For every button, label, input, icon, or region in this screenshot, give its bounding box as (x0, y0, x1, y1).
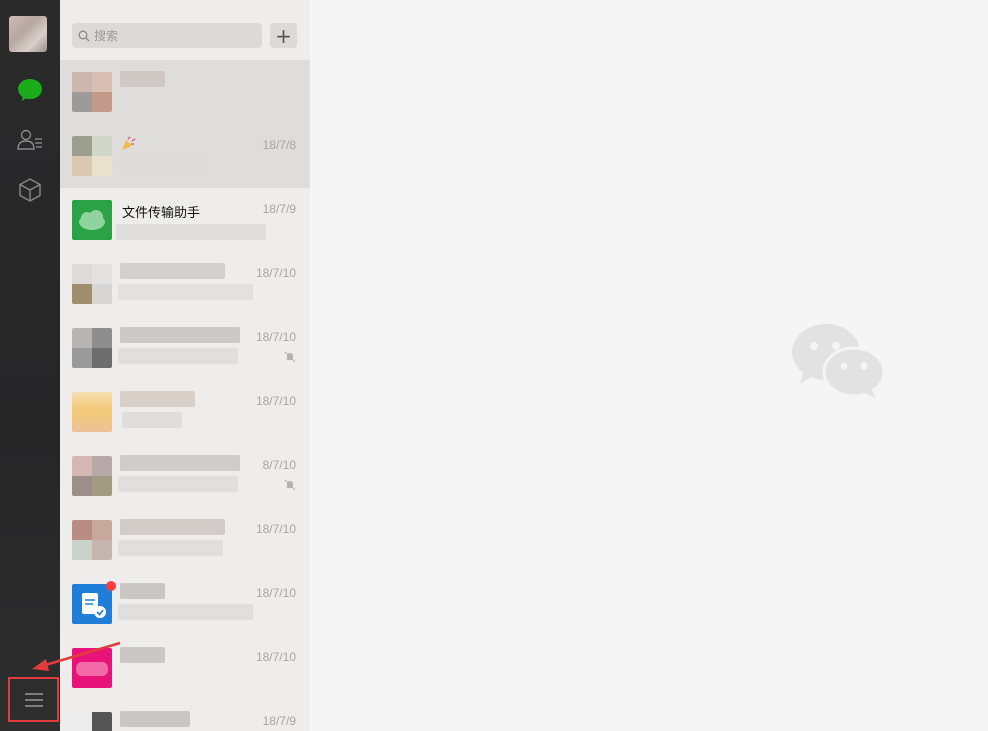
search-icon (78, 30, 90, 41)
user-avatar[interactable] (9, 16, 47, 52)
chat-time: 18/7/10 (255, 266, 296, 280)
blurred-name (120, 519, 225, 535)
chat-time: 18/7/10 (255, 522, 296, 536)
chat-bubble-icon (18, 79, 42, 101)
chat-time: 8/7/10 (262, 458, 296, 472)
wechat-logo-icon (792, 324, 886, 398)
party-popper-icon (122, 136, 136, 150)
chat-avatar (72, 72, 112, 112)
chat-time: 18/7/9 (262, 714, 296, 728)
chat-name: 文件传输助手 (122, 206, 201, 221)
chat-item[interactable]: 18/7/10 (60, 572, 310, 636)
chat-time: 18/7/10 (255, 330, 296, 344)
blurred-name (120, 391, 195, 407)
chat-avatar (72, 520, 112, 560)
chat-item[interactable]: 18/7/10 (60, 316, 310, 380)
chat-item[interactable]: 18/7/9 (60, 700, 310, 731)
blurred-message (118, 476, 238, 492)
chat-avatar (72, 136, 112, 176)
chat-time: 18/7/10 (255, 650, 296, 664)
chat-item[interactable] (60, 60, 310, 124)
blurred-name (120, 455, 240, 471)
annotation-arrow (32, 641, 121, 671)
cube-icon (19, 178, 41, 202)
chat-list-panel: + 18/7/8 文件传输助手 18/7/9 18/7 (60, 0, 310, 731)
blurred-name (120, 711, 190, 727)
chat-item[interactable]: 18/7/10 (60, 252, 310, 316)
chat-avatar (72, 264, 112, 304)
blurred-name (120, 71, 165, 87)
chat-item[interactable]: 18/7/10 (60, 508, 310, 572)
chat-time: 18/7/10 (255, 586, 296, 600)
blurred-name (120, 263, 225, 279)
contacts-nav-button[interactable] (15, 125, 45, 155)
document-check-icon (82, 593, 106, 618)
add-button[interactable]: + (270, 23, 297, 48)
chat-avatar (72, 712, 112, 731)
hamburger-menu-icon (24, 692, 43, 707)
blurred-message (118, 284, 253, 300)
chat-time: 18/7/8 (262, 138, 296, 152)
file-transfer-avatar (72, 200, 112, 240)
blurred-message (118, 348, 238, 364)
blurred-message (118, 540, 223, 556)
mute-bell-icon (284, 479, 296, 491)
blurred-name (120, 583, 165, 599)
chat-item[interactable]: 18/7/8 (60, 124, 310, 188)
chat-time: 18/7/10 (255, 394, 296, 408)
search-input[interactable] (94, 28, 254, 43)
blurred-name (120, 327, 240, 343)
chat-avatar (72, 584, 112, 624)
chat-item[interactable]: 18/7/10 (60, 380, 310, 444)
mute-bell-icon (284, 351, 296, 363)
cloud-icon (79, 210, 105, 230)
blurred-message (116, 224, 266, 240)
more-menu-button[interactable] (8, 677, 59, 722)
chat-nav-button[interactable] (15, 75, 45, 105)
contacts-icon (17, 129, 42, 150)
conversation-area (310, 0, 988, 731)
favorites-nav-button[interactable] (15, 175, 45, 205)
blurred-name (120, 647, 165, 663)
blurred-message (118, 604, 253, 620)
chat-avatar (72, 392, 112, 432)
chat-avatar (72, 328, 112, 368)
chat-avatar (72, 456, 112, 496)
chat-item[interactable]: 8/7/10 (60, 444, 310, 508)
blurred-message (122, 412, 182, 428)
search-box[interactable] (72, 23, 262, 48)
chat-time: 18/7/9 (262, 202, 296, 216)
nav-rail (0, 0, 60, 731)
blurred-message (118, 156, 208, 172)
chat-item[interactable]: 文件传输助手 18/7/9 (60, 188, 310, 252)
unread-dot (106, 581, 116, 591)
